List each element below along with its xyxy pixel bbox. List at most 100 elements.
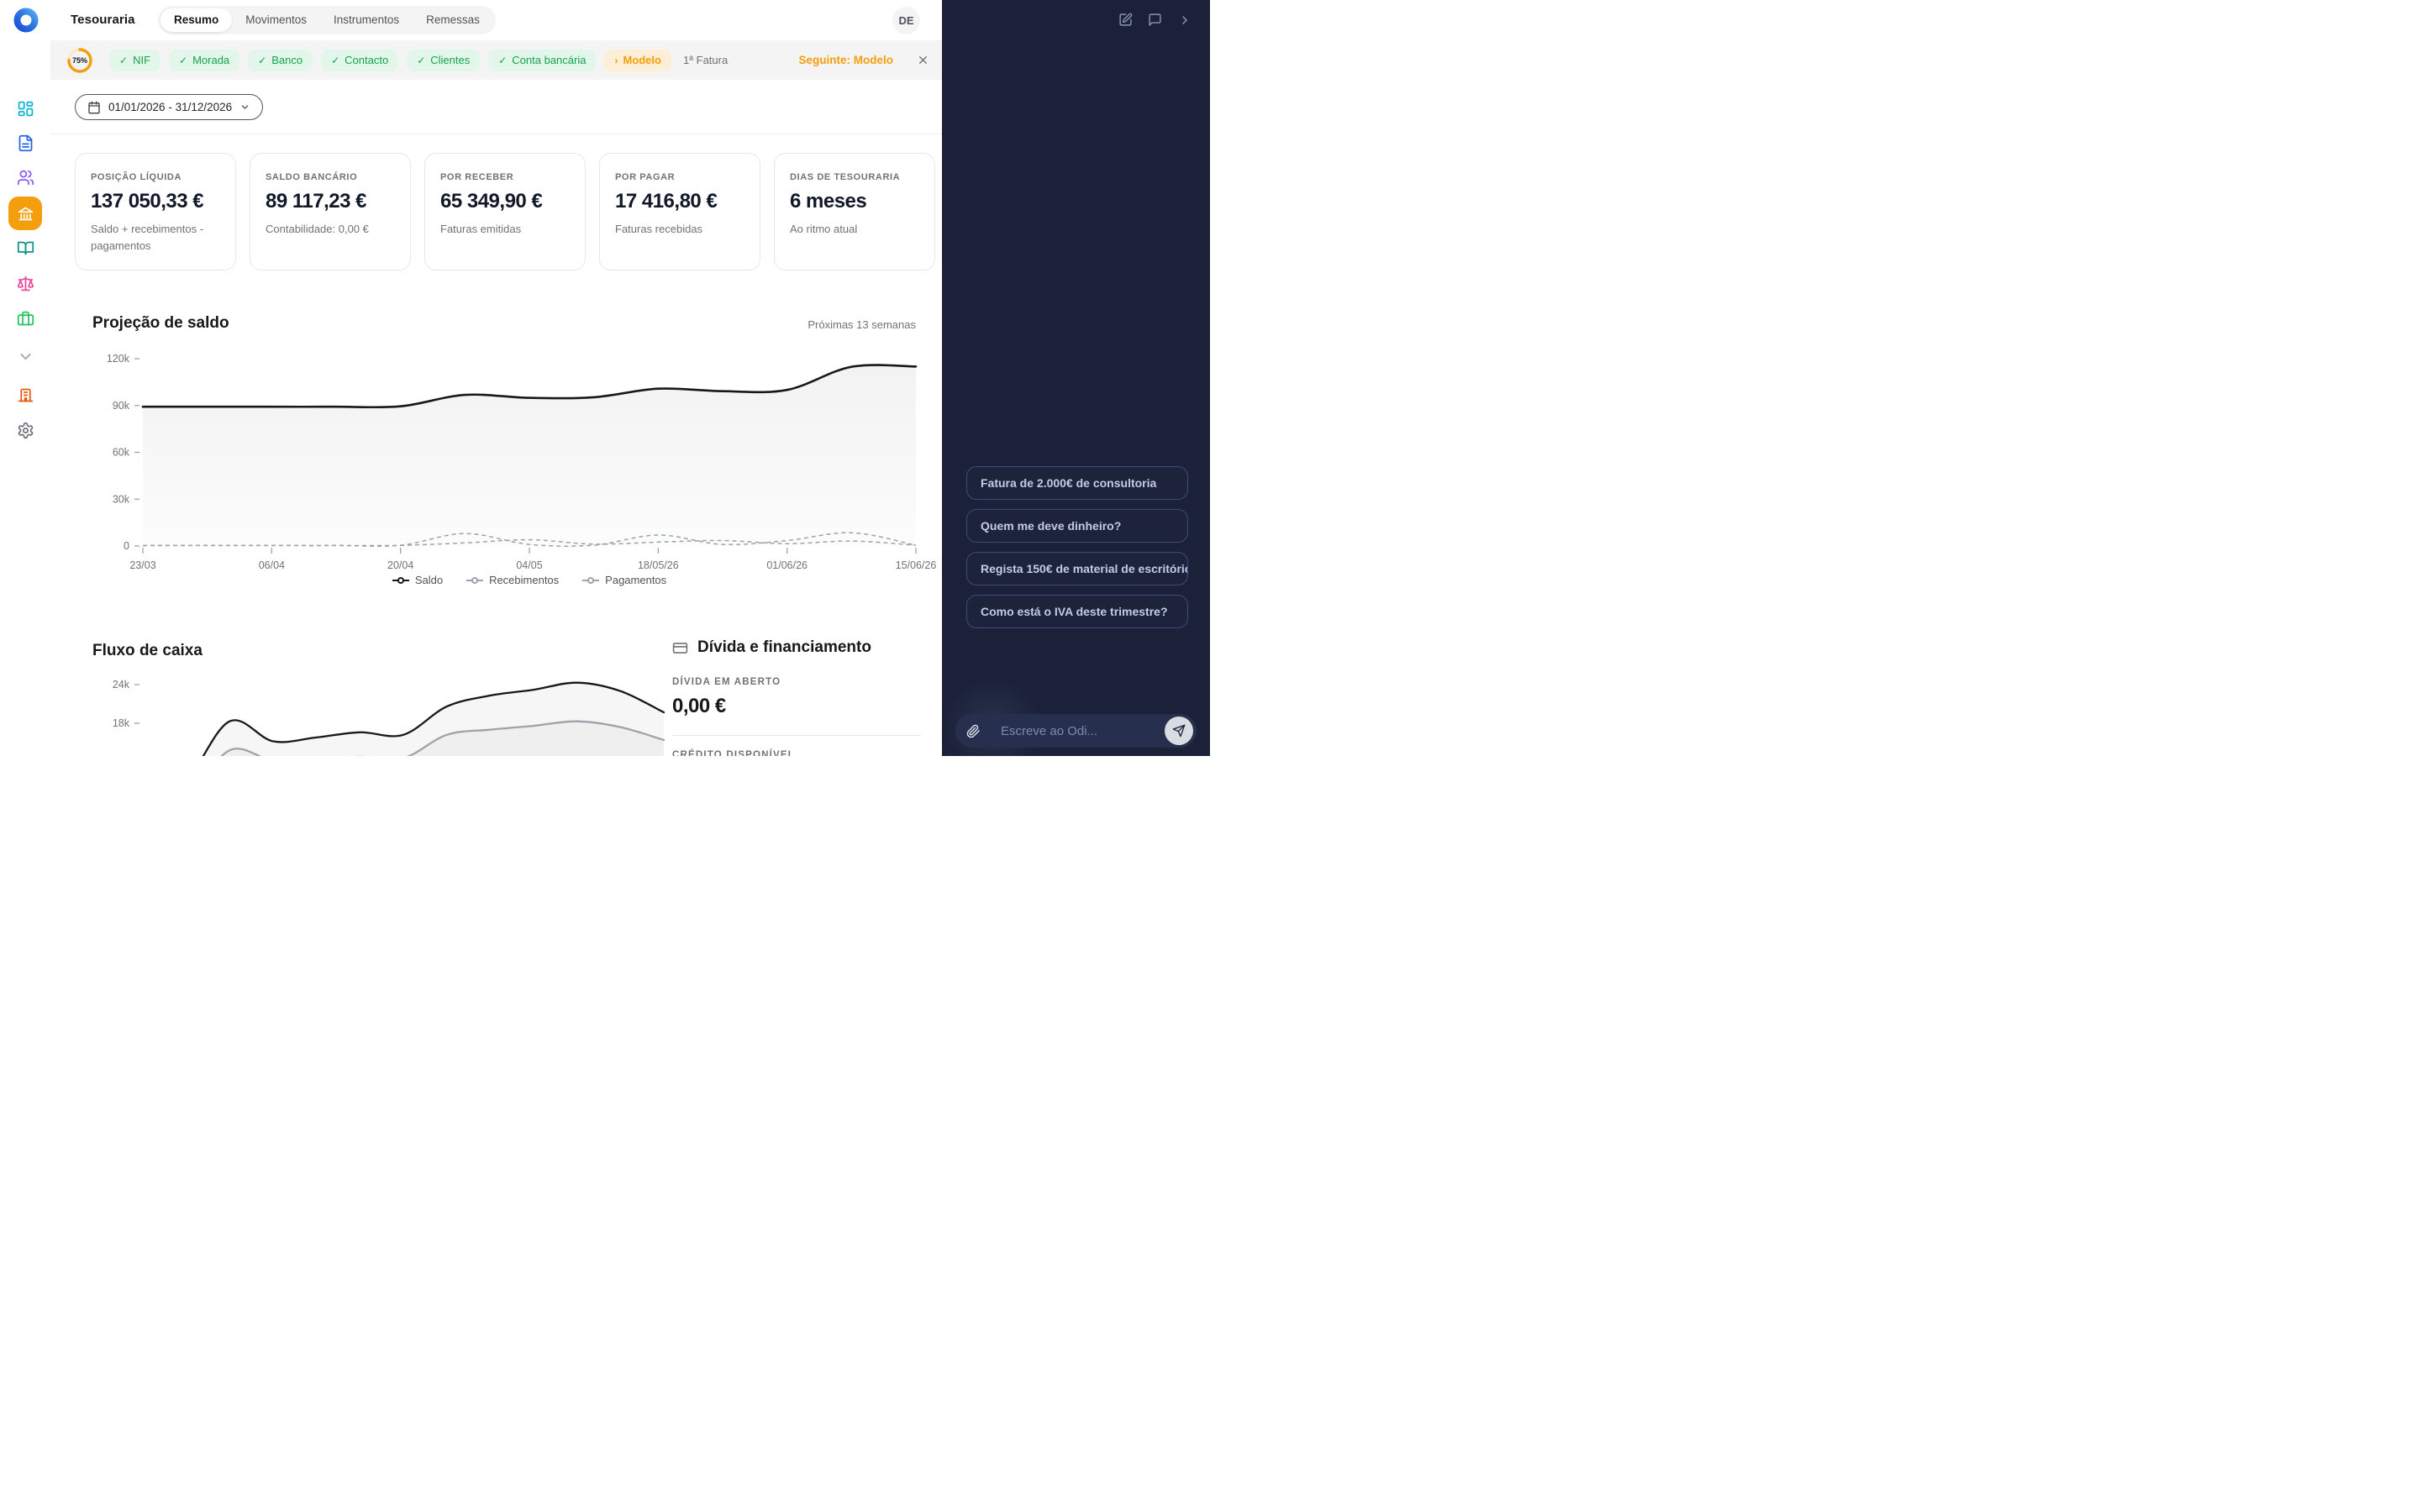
svg-text:60k: 60k	[113, 447, 130, 459]
legend-marker-icon	[466, 576, 484, 584]
kpi-por-pagar: POR PAGAR 17 416,80 € Faturas recebidas	[599, 153, 760, 270]
next-step-link[interactable]: Seguinte: Modelo	[799, 54, 894, 66]
chat-input[interactable]	[1001, 714, 1152, 748]
debt-title: Dívida e financiamento	[697, 638, 871, 656]
cashflow-chart: 24k 18k	[113, 679, 666, 756]
projection-chart-subtitle: Próximas 13 semanas	[808, 318, 916, 331]
app-logo-icon[interactable]	[13, 8, 39, 33]
tab-remessas[interactable]: Remessas	[413, 8, 493, 32]
svg-text:30k: 30k	[113, 493, 130, 505]
available-credit-label: CRÉDITO DISPONÍVEL	[672, 750, 795, 756]
tab-movimentos[interactable]: Movimentos	[232, 8, 320, 32]
step-clientes[interactable]: ✓ Clientes	[407, 49, 481, 71]
organization-icon	[18, 388, 33, 402]
user-avatar[interactable]: DE	[892, 7, 920, 34]
date-range-picker[interactable]: 01/01/2026 - 31/12/2026	[75, 94, 264, 120]
assistant-toolbar	[1118, 13, 1192, 27]
topbar: Tesouraria Resumo Movimentos Instrumento…	[0, 0, 942, 40]
legend-recebimentos[interactable]: Recebimentos	[466, 574, 559, 586]
chat-history-button[interactable]	[1148, 13, 1162, 27]
suggestion-iva[interactable]: Como está o IVA deste trimestre?	[966, 595, 1188, 628]
close-onboarding-button[interactable]	[915, 53, 930, 68]
assistant-panel: Fatura de 2.000€ de consultoria Quem me …	[942, 0, 1210, 756]
kpi-dias-tesouraria: DIAS DE TESOURARIA 6 meses Ao ritmo atua…	[774, 153, 935, 270]
onboarding-bar: 75% ✓ NIF ✓ Morada ✓ Banco ✓ Contacto ✓ Clien…	[50, 40, 942, 80]
dashboard-icon	[18, 101, 33, 116]
step-modelo[interactable]: › Modelo	[604, 49, 671, 71]
sidebar	[0, 40, 50, 756]
tab-bar: Resumo Movimentos Instrumentos Remessas	[158, 6, 496, 34]
svg-text:24k: 24k	[113, 679, 130, 690]
suggestion-fatura[interactable]: Fatura de 2.000€ de consultoria	[966, 466, 1188, 500]
chevron-right-icon	[1181, 15, 1187, 24]
attachment-paperclip-icon[interactable]	[966, 724, 981, 738]
check-icon: ✓	[258, 54, 267, 66]
settings-gear-icon	[18, 422, 33, 438]
sidebar-item-contacts[interactable]	[8, 160, 42, 194]
tab-resumo[interactable]: Resumo	[160, 8, 233, 32]
open-debt-value: 0,00 €	[672, 695, 726, 717]
sidebar-item-invoices[interactable]	[8, 126, 42, 160]
assistant-suggestions: Fatura de 2.000€ de consultoria Quem me …	[966, 466, 1188, 628]
compose-icon	[1119, 13, 1133, 26]
check-icon: ✓	[417, 54, 426, 66]
progress-percent: 75%	[71, 55, 87, 65]
legend-saldo[interactable]: Saldo	[392, 574, 443, 586]
sidebar-item-assets[interactable]	[8, 302, 42, 335]
date-range-value: 01/01/2026 - 31/12/2026	[108, 101, 233, 113]
chart-legend: Saldo Recebimentos Pagamentos	[143, 574, 916, 586]
svg-text:01/06/26: 01/06/26	[766, 559, 808, 571]
contacts-icon	[17, 170, 34, 185]
send-plane-icon	[1172, 724, 1186, 738]
invoices-icon	[18, 134, 32, 151]
legend-pagamentos[interactable]: Pagamentos	[582, 574, 666, 586]
legend-marker-icon	[392, 576, 409, 584]
credit-card-icon	[672, 642, 688, 654]
kpi-por-receber: POR RECEBER 65 349,90 € Faturas emitidas	[424, 153, 586, 270]
debt-header: Dívida e financiamento	[672, 638, 921, 657]
close-icon	[918, 56, 927, 64]
sidebar-item-ledger[interactable]	[8, 231, 42, 265]
sidebar-item-dashboard[interactable]	[8, 92, 42, 125]
legend-marker-icon	[582, 576, 600, 584]
chevron-right-icon: ›	[614, 54, 618, 66]
chevron-down-icon	[241, 105, 249, 109]
check-icon: ✓	[179, 54, 188, 66]
sidebar-item-treasury[interactable]	[8, 197, 42, 230]
svg-text:20/04: 20/04	[387, 559, 413, 571]
new-chat-button[interactable]	[1118, 13, 1133, 27]
sidebar-item-organization[interactable]	[8, 378, 42, 412]
chat-input-bar	[955, 714, 1197, 748]
check-icon: ✓	[498, 54, 508, 66]
step-nif[interactable]: ✓ NIF	[109, 49, 161, 71]
kpi-cards: POSIÇÃO LÍQUIDA 137 050,33 € Saldo + rec…	[75, 153, 936, 270]
onboarding-progress-ring: 75%	[67, 47, 92, 73]
sidebar-item-taxes[interactable]	[8, 266, 42, 300]
briefcase-icon	[17, 311, 34, 325]
svg-text:23/03: 23/03	[129, 559, 155, 571]
balance-projection-chart: 120k 90k 60k 30k 023/03 06/04 20/04 04/05 18/05/…	[107, 353, 937, 571]
svg-text:18k: 18k	[113, 717, 130, 729]
open-debt-label: DÍVIDA EM ABERTO	[672, 677, 781, 687]
step-morada[interactable]: ✓ Morada	[169, 49, 240, 71]
step-conta-bancaria[interactable]: ✓ Conta bancária	[488, 49, 597, 71]
step-banco[interactable]: ✓ Banco	[248, 49, 313, 71]
suggestion-regista[interactable]: Regista 150€ de material de escritório	[966, 552, 1188, 585]
svg-text:15/06/26: 15/06/26	[896, 559, 937, 571]
svg-text:04/05: 04/05	[516, 559, 542, 571]
send-button[interactable]	[1165, 717, 1193, 745]
calendar-icon	[88, 101, 100, 113]
filter-row: 01/01/2026 - 31/12/2026	[50, 80, 942, 134]
debt-section: Dívida e financiamento DÍVIDA EM ABERTO …	[672, 638, 921, 756]
step-contacto[interactable]: ✓ Contacto	[321, 49, 399, 71]
svg-text:90k: 90k	[113, 400, 130, 412]
kpi-posicao-liquida: POSIÇÃO LÍQUIDA 137 050,33 € Saldo + rec…	[75, 153, 236, 270]
treasury-bank-icon	[18, 207, 33, 220]
suggestion-quem-deve[interactable]: Quem me deve dinheiro?	[966, 509, 1188, 543]
sidebar-item-settings[interactable]	[8, 413, 42, 447]
tab-instrumentos[interactable]: Instrumentos	[320, 8, 413, 32]
sidebar-expand-button[interactable]	[8, 339, 42, 373]
collapse-panel-button[interactable]	[1177, 13, 1192, 27]
check-icon: ✓	[331, 54, 340, 66]
step-primeira-fatura: 1ª Fatura	[682, 54, 729, 66]
